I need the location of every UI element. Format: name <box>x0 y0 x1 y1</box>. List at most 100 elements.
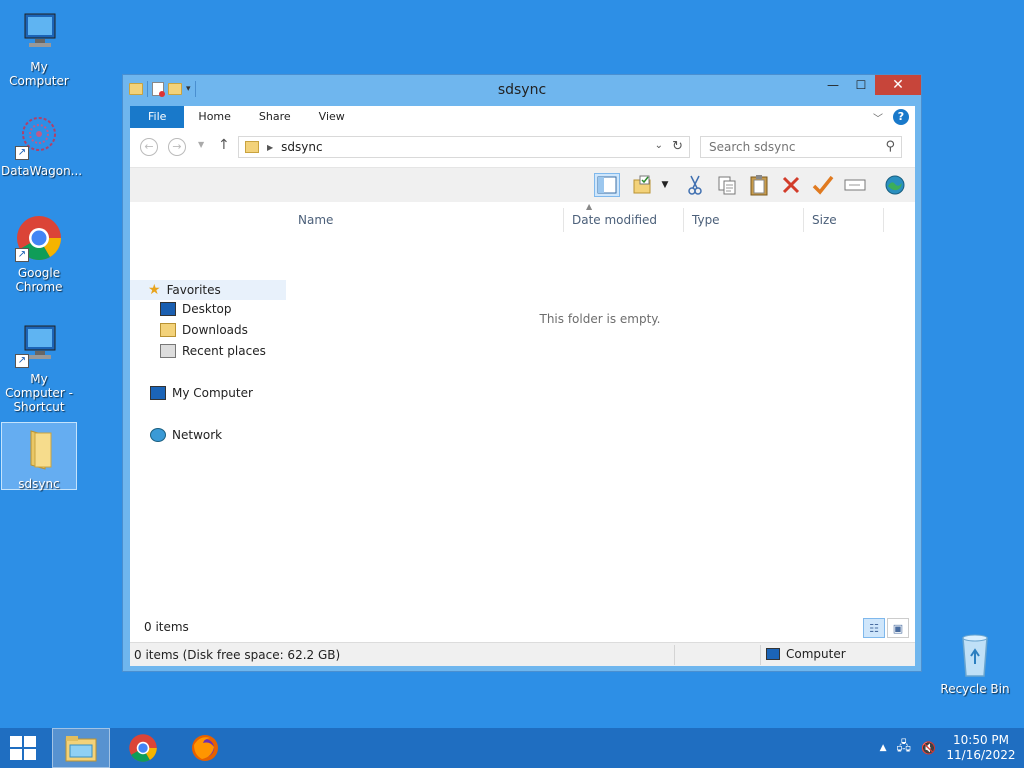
preview-pane-icon[interactable] <box>594 173 620 197</box>
clock-date: 11/16/2022 <box>946 748 1016 762</box>
nav-item-label: Network <box>172 428 223 442</box>
nav-item-network[interactable]: Network <box>150 428 222 442</box>
desktop-icon-label: My Computer <box>9 60 69 88</box>
details-view-button[interactable]: ☷ <box>863 618 885 638</box>
minimize-button[interactable]: — <box>819 75 847 95</box>
desktop-icon-label: Google Chrome <box>15 266 63 294</box>
nav-item-favorites[interactable]: ★ Favorites <box>130 280 286 300</box>
computer-icon <box>150 386 166 400</box>
datawagon-icon: ↗ <box>15 112 63 160</box>
title-bar[interactable]: ▾ sdsync — ☐ ✕ <box>123 75 921 105</box>
address-bar[interactable]: ▶ sdsync ⌄ ↻ <box>238 136 690 158</box>
taskbar: ▲ 🖧 🔇 10:50 PM 11/16/2022 <box>0 728 1024 768</box>
cut-icon[interactable] <box>682 173 708 197</box>
paste-icon[interactable] <box>746 173 772 197</box>
checkmark-icon[interactable] <box>810 173 836 197</box>
column-size[interactable]: Size <box>804 208 884 232</box>
maximize-button[interactable]: ☐ <box>847 75 875 95</box>
window-controls: — ☐ ✕ <box>819 75 921 95</box>
folder-options-icon[interactable] <box>630 173 656 197</box>
nav-item-desktop[interactable]: Desktop <box>160 302 232 316</box>
star-icon: ★ <box>148 282 161 298</box>
chevron-down-icon[interactable]: ▼ <box>658 173 672 197</box>
search-input[interactable] <box>709 140 879 154</box>
ribbon-right-controls: ﹀ ? <box>873 109 909 125</box>
desktop-icon-my-computer[interactable]: My Computer <box>1 8 77 88</box>
windows-logo-icon <box>10 736 22 747</box>
network-icon <box>150 428 166 442</box>
tab-view[interactable]: View <box>305 106 359 128</box>
expand-ribbon-icon[interactable]: ﹀ <box>873 110 883 125</box>
content-area: ★ Favorites Desktop Downloads Recent pla… <box>130 202 915 642</box>
breadcrumb-chevron-icon[interactable]: ▶ <box>267 143 273 152</box>
shortcut-arrow-icon: ↗ <box>15 146 29 160</box>
column-type[interactable]: Type <box>684 208 804 232</box>
show-hidden-icons-chevron-icon[interactable]: ▲ <box>880 743 887 753</box>
nav-item-label: Desktop <box>182 302 232 316</box>
network-status-icon[interactable]: 🖧 <box>897 737 912 759</box>
command-toolbar: ▼ <box>130 168 915 202</box>
nav-item-my-computer[interactable]: My Computer <box>150 386 253 400</box>
items-count: 0 items <box>144 620 189 634</box>
delete-icon[interactable] <box>778 173 804 197</box>
recent-places-icon <box>160 344 176 358</box>
status-disk-space: 0 items (Disk free space: 62.2 GB) <box>134 648 341 662</box>
large-icons-view-button[interactable]: ▣ <box>887 618 909 638</box>
downloads-folder-icon <box>160 323 176 337</box>
tab-file[interactable]: File <box>130 106 185 128</box>
status-location: Computer <box>766 647 846 661</box>
file-explorer-icon <box>65 736 97 762</box>
desktop-icon-datawagon[interactable]: ↗ DataWagon... <box>1 112 83 178</box>
nav-item-label: My Computer <box>172 386 253 400</box>
recent-locations-dropdown-icon[interactable]: ▼ <box>198 140 204 149</box>
chrome-icon <box>129 734 157 762</box>
desktop-icon-google-chrome[interactable]: ↗ Google Chrome <box>1 214 77 294</box>
volume-muted-icon[interactable]: 🔇 <box>921 741 936 755</box>
tab-home[interactable]: Home <box>184 106 244 128</box>
chevron-down-icon[interactable]: ⌄ <box>655 140 663 151</box>
desktop-icon-sdsync[interactable]: sdsync <box>1 422 77 491</box>
taskbar-chrome[interactable] <box>114 728 172 768</box>
taskbar-file-explorer[interactable] <box>52 728 110 768</box>
clock[interactable]: 10:50 PM 11/16/2022 <box>946 733 1016 763</box>
back-button[interactable]: ← <box>140 138 158 156</box>
empty-folder-message: This folder is empty. <box>539 312 661 326</box>
help-icon[interactable]: ? <box>893 109 909 125</box>
column-date-modified[interactable]: Date modified <box>564 208 684 232</box>
recycle-bin-icon <box>951 630 999 678</box>
shortcut-arrow-icon: ↗ <box>15 248 29 262</box>
status-location-label: Computer <box>786 647 846 661</box>
column-name[interactable]: Name <box>290 208 564 232</box>
desktop-icon-label: sdsync <box>18 477 60 491</box>
copy-icon[interactable] <box>714 173 740 197</box>
refresh-icon[interactable]: ↻ <box>672 139 683 154</box>
ribbon-tabs: File Home Share View ﹀ ? <box>130 106 915 128</box>
globe-icon[interactable] <box>882 173 908 197</box>
navigation-pane: ★ Favorites Desktop Downloads Recent pla… <box>130 202 288 642</box>
forward-button[interactable]: → <box>168 138 186 156</box>
desktop-icon-label: DataWagon... <box>1 164 83 178</box>
computer-icon <box>15 8 63 56</box>
close-button[interactable]: ✕ <box>875 75 921 95</box>
desktop-icon-recycle-bin[interactable]: Recycle Bin <box>937 630 1013 696</box>
status-bar: 0 items (Disk free space: 62.2 GB) Compu… <box>130 642 915 666</box>
taskbar-firefox[interactable] <box>176 728 234 768</box>
nav-item-label: Recent places <box>182 344 266 358</box>
tab-share[interactable]: Share <box>245 106 305 128</box>
nav-item-downloads[interactable]: Downloads <box>160 323 248 337</box>
start-button[interactable] <box>10 736 38 760</box>
search-icon[interactable]: ⚲ <box>885 139 895 154</box>
breadcrumb-sdsync[interactable]: sdsync <box>281 140 322 154</box>
address-row: ← → ▼ ↑ ▶ sdsync ⌄ ↻ ⚲ <box>130 128 915 168</box>
column-headers: ▲ Name Date modified Type Size <box>290 202 890 232</box>
up-button[interactable]: ↑ <box>218 137 230 153</box>
nav-item-recent-places[interactable]: Recent places <box>160 344 266 358</box>
desktop-icon-label: Recycle Bin <box>940 682 1010 696</box>
chrome-icon: ↗ <box>15 214 63 262</box>
computer-icon <box>766 648 780 660</box>
rename-icon[interactable] <box>842 173 868 197</box>
system-tray: ▲ 🖧 🔇 10:50 PM 11/16/2022 <box>880 728 1024 768</box>
folder-icon <box>15 425 63 473</box>
desktop-icon-my-computer-shortcut[interactable]: ↗ My Computer - Shortcut <box>1 320 77 414</box>
clock-time: 10:50 PM <box>953 733 1009 747</box>
